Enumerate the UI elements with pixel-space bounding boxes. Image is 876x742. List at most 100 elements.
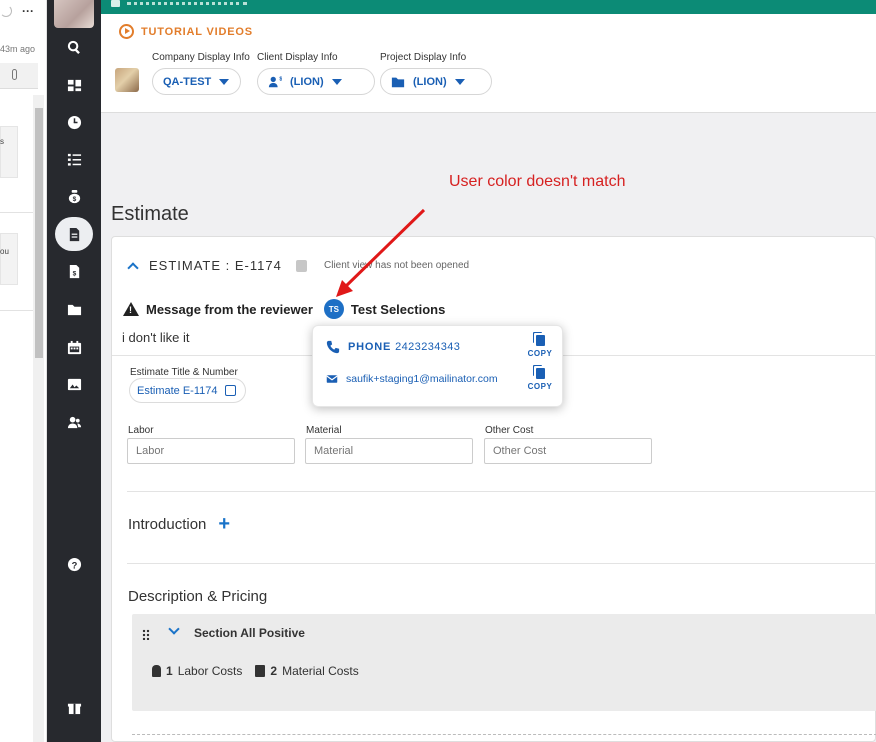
project-select[interactable]: (LION) (380, 68, 492, 95)
clock-icon[interactable] (47, 107, 101, 137)
other-cost-label: Other Cost (485, 425, 534, 436)
checklist-icon[interactable] (47, 144, 101, 174)
company-logo (115, 68, 139, 92)
labor-count: 1 (166, 664, 173, 678)
invoice-icon[interactable]: $ (47, 256, 101, 286)
svg-text:$: $ (72, 196, 76, 203)
document-icon (111, 0, 120, 7)
user-avatar[interactable] (54, 0, 94, 28)
phone-row: PHONE 2423234343 (326, 340, 460, 354)
play-circle-icon (119, 24, 134, 39)
divider (0, 212, 33, 213)
labor-input[interactable] (127, 438, 295, 464)
more-icon[interactable]: ··· (22, 4, 34, 18)
chevron-down-icon (331, 78, 342, 85)
client-display-label: Client Display Info (257, 52, 338, 63)
attachment-bar (0, 63, 38, 89)
estimate-title-label: Estimate Title & Number (130, 367, 238, 378)
money-bag-icon[interactable]: $ (47, 181, 101, 211)
project-value: (LION) (413, 75, 447, 88)
chevron-down-icon (454, 78, 465, 85)
svg-text:$: $ (72, 270, 76, 277)
list-item[interactable] (0, 233, 18, 285)
estimate-title-value: Estimate E-1174 (137, 384, 218, 397)
project-display-label: Project Display Info (380, 52, 467, 63)
tutorial-videos-label: TUTORIAL VIDEOS (141, 25, 253, 38)
tutorial-videos-link[interactable]: TUTORIAL VIDEOS (119, 24, 253, 39)
company-value: QA-TEST (163, 75, 212, 88)
folder-icon (391, 77, 405, 87)
material-costs-label: Material Costs (282, 664, 359, 678)
project-title-clipped (127, 2, 247, 5)
introduction-label: Introduction (128, 515, 207, 533)
estimate-header[interactable]: ESTIMATE : E-1174 (127, 258, 307, 274)
svg-text:?: ? (71, 560, 77, 570)
page-title: Estimate (111, 203, 189, 225)
other-cost-input[interactable] (484, 438, 652, 464)
labor-person-icon (152, 665, 161, 677)
section-costs: 1 Labor Costs 2 Material Costs (152, 664, 359, 678)
reviewer-message: i don't like it (122, 330, 190, 345)
scrollbar-thumb[interactable] (35, 108, 43, 358)
client-value: (LION) (290, 75, 324, 88)
chevron-down-icon (219, 78, 230, 85)
copy-email-button[interactable]: COPY (525, 368, 555, 391)
material-count: 2 (270, 664, 278, 678)
edit-icon[interactable] (224, 385, 236, 396)
client-view-status: Client view has not been opened (324, 260, 470, 271)
labor-label: Labor (128, 425, 154, 436)
email-value[interactable]: saufik+staging1@mailinator.com (346, 373, 498, 385)
calendar-icon[interactable] (47, 332, 101, 362)
copy-icon (535, 335, 545, 346)
help-icon[interactable]: ? (47, 549, 101, 579)
estimate-document-icon[interactable] (47, 217, 101, 251)
introduction-row: Introduction + (128, 514, 230, 534)
left-partial-panel: ··· 43m ago s ou (0, 0, 47, 742)
drag-handle-icon[interactable] (142, 629, 150, 640)
divider (132, 734, 876, 735)
company-select[interactable]: QA-TEST (152, 68, 241, 95)
display-info-header: TUTORIAL VIDEOS Company Display Info Cli… (101, 14, 876, 113)
divider (0, 310, 33, 311)
photos-icon[interactable] (47, 369, 101, 399)
phone-value[interactable]: 2423234343 (395, 341, 460, 353)
labor-costs-label: Labor Costs (177, 664, 243, 678)
chevron-down-icon[interactable] (168, 623, 180, 635)
reviewer-avatar[interactable]: TS (323, 299, 344, 319)
search-icon[interactable] (47, 32, 101, 62)
material-label: Material (306, 425, 342, 436)
folder-icon[interactable] (47, 294, 101, 324)
company-display-label: Company Display Info (152, 52, 250, 63)
pricing-section: Section All Positive 1 Labor Costs 2 Mat… (132, 614, 876, 711)
reviewer-name[interactable]: Test Selections (351, 302, 445, 317)
dashboard-icon[interactable] (47, 70, 101, 100)
phone-label: PHONE (348, 341, 392, 353)
estimate-card: ESTIMATE : E-1174 Client view has not be… (111, 236, 876, 742)
copy-label: COPY (527, 349, 553, 358)
gift-icon[interactable] (47, 692, 101, 722)
top-bar (101, 0, 876, 14)
heart-icon[interactable] (0, 5, 12, 17)
email-row: saufik+staging1@mailinator.com (326, 373, 498, 385)
client-select[interactable]: $ (LION) (257, 68, 375, 95)
timestamp: 43m ago (0, 44, 36, 54)
phone-icon (326, 340, 340, 354)
estimate-number: ESTIMATE : E-1174 (149, 258, 282, 273)
material-input[interactable] (305, 438, 473, 464)
chevron-up-icon[interactable] (127, 261, 139, 274)
users-icon[interactable] (47, 407, 101, 437)
paperclip-icon[interactable] (12, 69, 17, 80)
sidebar: $ $ ? (47, 0, 101, 742)
copy-phone-button[interactable]: COPY (525, 335, 555, 358)
add-introduction-icon[interactable]: + (218, 514, 230, 534)
sync-icon[interactable] (295, 259, 307, 272)
reviewer-contact-popover: PHONE 2423234343 COPY saufik+staging1@ma… (312, 325, 563, 407)
estimate-title-pill[interactable]: Estimate E-1174 (129, 378, 246, 403)
list-item[interactable] (0, 126, 18, 178)
client-users-icon: $ (268, 76, 282, 87)
copy-label: COPY (527, 382, 553, 391)
section-title: Section All Positive (194, 626, 305, 640)
reviewer-message-row: Message from the reviewer TS Test Select… (123, 299, 445, 319)
list-item-snippet: ou (0, 247, 9, 256)
divider (127, 563, 876, 564)
